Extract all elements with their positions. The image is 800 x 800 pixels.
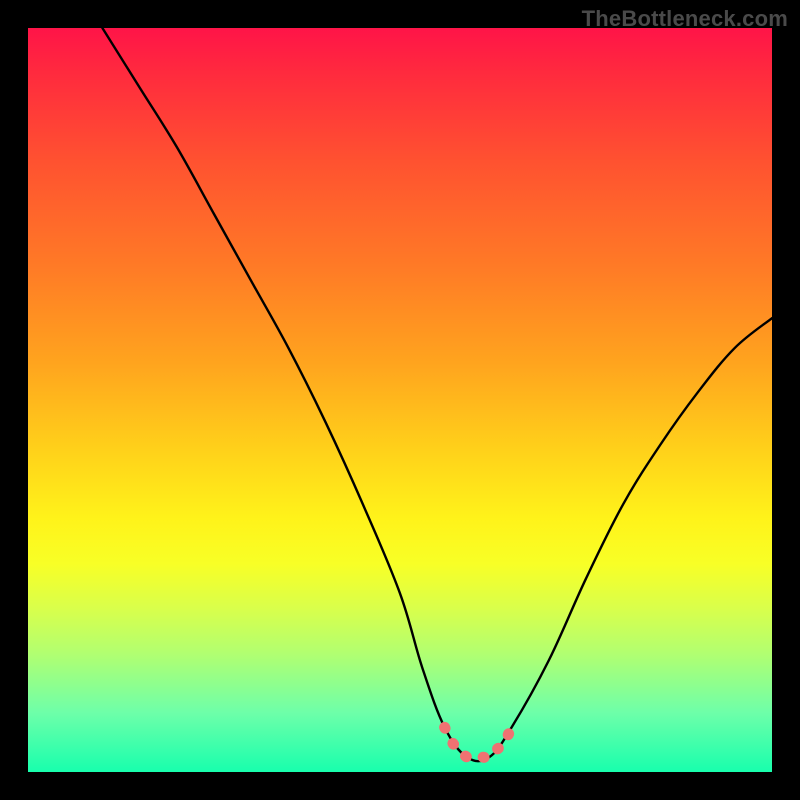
- bottleneck-curve: [102, 28, 772, 761]
- plot-area: [28, 28, 772, 772]
- curve-svg: [28, 28, 772, 772]
- chart-frame: TheBottleneck.com: [0, 0, 800, 800]
